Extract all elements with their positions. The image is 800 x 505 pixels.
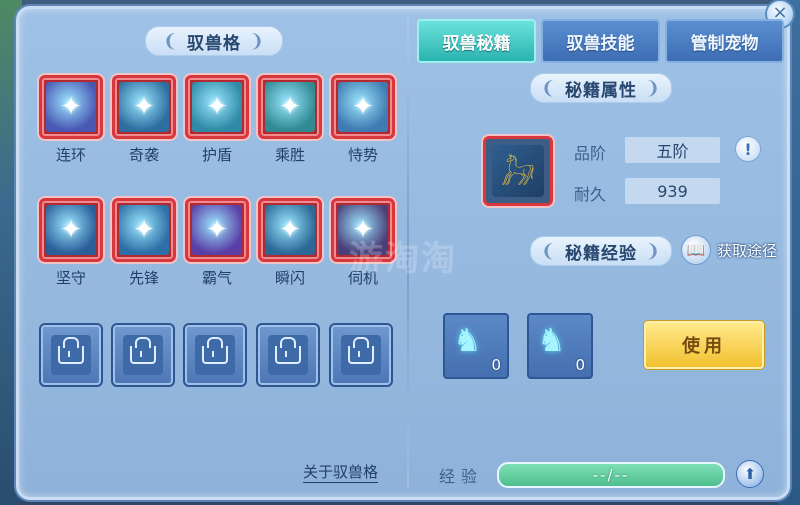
skill-frame[interactable]: ✦ xyxy=(258,75,322,139)
slot-inner xyxy=(195,335,235,375)
skill-frame[interactable]: ✦ xyxy=(112,198,176,262)
book-attributes-title: ❨ 秘籍属性 ❩ xyxy=(530,73,672,103)
skill-slot[interactable]: ✦ 坚守 xyxy=(37,198,105,288)
slash-strike-icon: ✦ xyxy=(119,82,169,132)
slot-inner xyxy=(123,335,163,375)
skill-frame[interactable]: ✦ xyxy=(39,75,103,139)
locked-skill-slot[interactable] xyxy=(329,323,393,387)
about-beast-grid-link[interactable]: 关于驭兽格 xyxy=(303,461,379,483)
info-icon[interactable]: ! xyxy=(735,136,761,162)
purple-flower-icon: ✦ xyxy=(46,82,96,132)
horse-head-icon: ♞ xyxy=(537,321,566,359)
durability-label: 耐久 xyxy=(574,185,607,204)
exp-label: 经验 xyxy=(439,467,484,486)
skill-slot[interactable]: ✦ 先锋 xyxy=(110,198,178,288)
use-button[interactable]: 使用 xyxy=(644,321,764,369)
skill-label: 护盾 xyxy=(201,146,232,164)
blue-orb-icon: ✦ xyxy=(265,205,315,255)
ribbon-curl-left-icon: ❨ xyxy=(540,77,557,99)
skill-label: 坚守 xyxy=(55,269,86,287)
durability-value: 939 xyxy=(625,178,720,204)
ribbon-curl-right-icon: ❩ xyxy=(645,77,662,99)
skill-frame[interactable]: ✦ xyxy=(112,75,176,139)
skill-slot[interactable]: ✦ 瞬闪 xyxy=(256,198,324,288)
skill-slot[interactable]: ✦ 乘胜 xyxy=(256,75,324,165)
skill-slot[interactable]: ✦ 恃势 xyxy=(329,75,397,165)
skill-label: 连环 xyxy=(55,146,86,164)
ribbon-curl-right-icon: ❩ xyxy=(645,240,662,262)
locked-skill-slot[interactable] xyxy=(183,323,247,387)
locked-skill-slot[interactable] xyxy=(39,323,103,387)
exp-item-2[interactable]: ♞ 0 xyxy=(527,313,593,379)
exp-item-count: 0 xyxy=(575,356,585,374)
golden-beast-book-icon: 𓃗 xyxy=(492,145,544,197)
ribbon-curl-right-icon: ❩ xyxy=(249,30,266,52)
locked-skill-slot[interactable] xyxy=(256,323,320,387)
slot-inner xyxy=(51,335,91,375)
book-attributes-title-text: 秘籍属性 xyxy=(565,80,637,101)
lock-icon xyxy=(275,337,301,364)
slot-inner xyxy=(268,335,308,375)
spearhead-icon: ✦ xyxy=(119,205,169,255)
skill-slot[interactable]: ✦ 霸气 xyxy=(183,198,251,288)
watermark: 游淘淘 xyxy=(349,239,457,279)
tab-beast-skills[interactable]: 驭兽技能 xyxy=(541,19,660,63)
horse-head-icon: ♞ xyxy=(453,321,482,359)
claw-icon: ✦ xyxy=(338,82,388,132)
skill-label: 霸气 xyxy=(201,269,232,287)
left-section-title: ❨ 驭兽格 ❩ xyxy=(145,26,283,56)
skill-label: 先锋 xyxy=(128,269,159,287)
skill-slot[interactable]: ✦ 连环 xyxy=(37,75,105,165)
shield-icon: ✦ xyxy=(192,82,242,132)
beast-manual-book[interactable]: 𓃗 xyxy=(483,136,553,206)
obtain-method-button[interactable]: 📖 获取途径 xyxy=(681,235,777,265)
exp-item-1[interactable]: ♞ 0 xyxy=(443,313,509,379)
locked-skill-slot[interactable] xyxy=(111,323,175,387)
ribbon-curl-left-icon: ❨ xyxy=(162,30,179,52)
ribbon-curl-left-icon: ❨ xyxy=(540,240,557,262)
lock-icon xyxy=(130,337,156,364)
skill-slot[interactable]: ✦ 护盾 xyxy=(183,75,251,165)
skill-label: 恃势 xyxy=(347,146,378,164)
tab-controlled-pets[interactable]: 管制宠物 xyxy=(665,19,784,63)
skill-label: 奇袭 xyxy=(128,146,159,164)
lock-icon xyxy=(58,337,84,364)
skill-frame[interactable]: ✦ xyxy=(185,198,249,262)
tab-beast-manual[interactable]: 驭兽秘籍 xyxy=(417,19,536,63)
skill-frame[interactable]: ✦ xyxy=(331,75,395,139)
slot-inner xyxy=(341,335,381,375)
skill-frame[interactable]: ✦ xyxy=(258,198,322,262)
skill-label: 乘胜 xyxy=(274,146,305,164)
lock-icon xyxy=(202,337,228,364)
obtain-method-label: 获取途径 xyxy=(717,241,778,260)
exp-progress-bar: --/-- xyxy=(497,462,725,488)
purple-flame-icon: ✦ xyxy=(192,205,242,255)
book-experience-title: ❨ 秘籍经验 ❩ xyxy=(530,236,672,266)
beast-taming-panel: × ❨ 驭兽格 ❩ ✦ 连环 ✦ 奇袭 ✦ 护盾 ✦ 乘胜 ✦ 恃势 ✦ 坚守 ✦ 先锋 ✦ 霸气 ✦ 瞬闪 ✦ 伺… xyxy=(16,0,795,500)
skill-slot[interactable]: ✦ 奇袭 xyxy=(110,75,178,165)
skill-frame[interactable]: ✦ xyxy=(39,198,103,262)
book-experience-title-text: 秘籍经验 xyxy=(565,243,637,264)
grade-value: 五阶 xyxy=(625,137,720,163)
grade-label: 品阶 xyxy=(574,144,607,163)
guard-shield-icon: ✦ xyxy=(46,205,96,255)
skill-frame[interactable]: ✦ xyxy=(185,75,249,139)
wave-dash-icon: ✦ xyxy=(265,82,315,132)
book-icon: 📖 xyxy=(681,235,711,265)
left-section-title-text: 驭兽格 xyxy=(187,33,241,54)
exp-item-count: 0 xyxy=(491,356,501,374)
upgrade-arrow-icon[interactable]: ⬆ xyxy=(736,460,764,488)
lock-icon xyxy=(348,337,374,364)
skill-label: 瞬闪 xyxy=(274,269,305,287)
